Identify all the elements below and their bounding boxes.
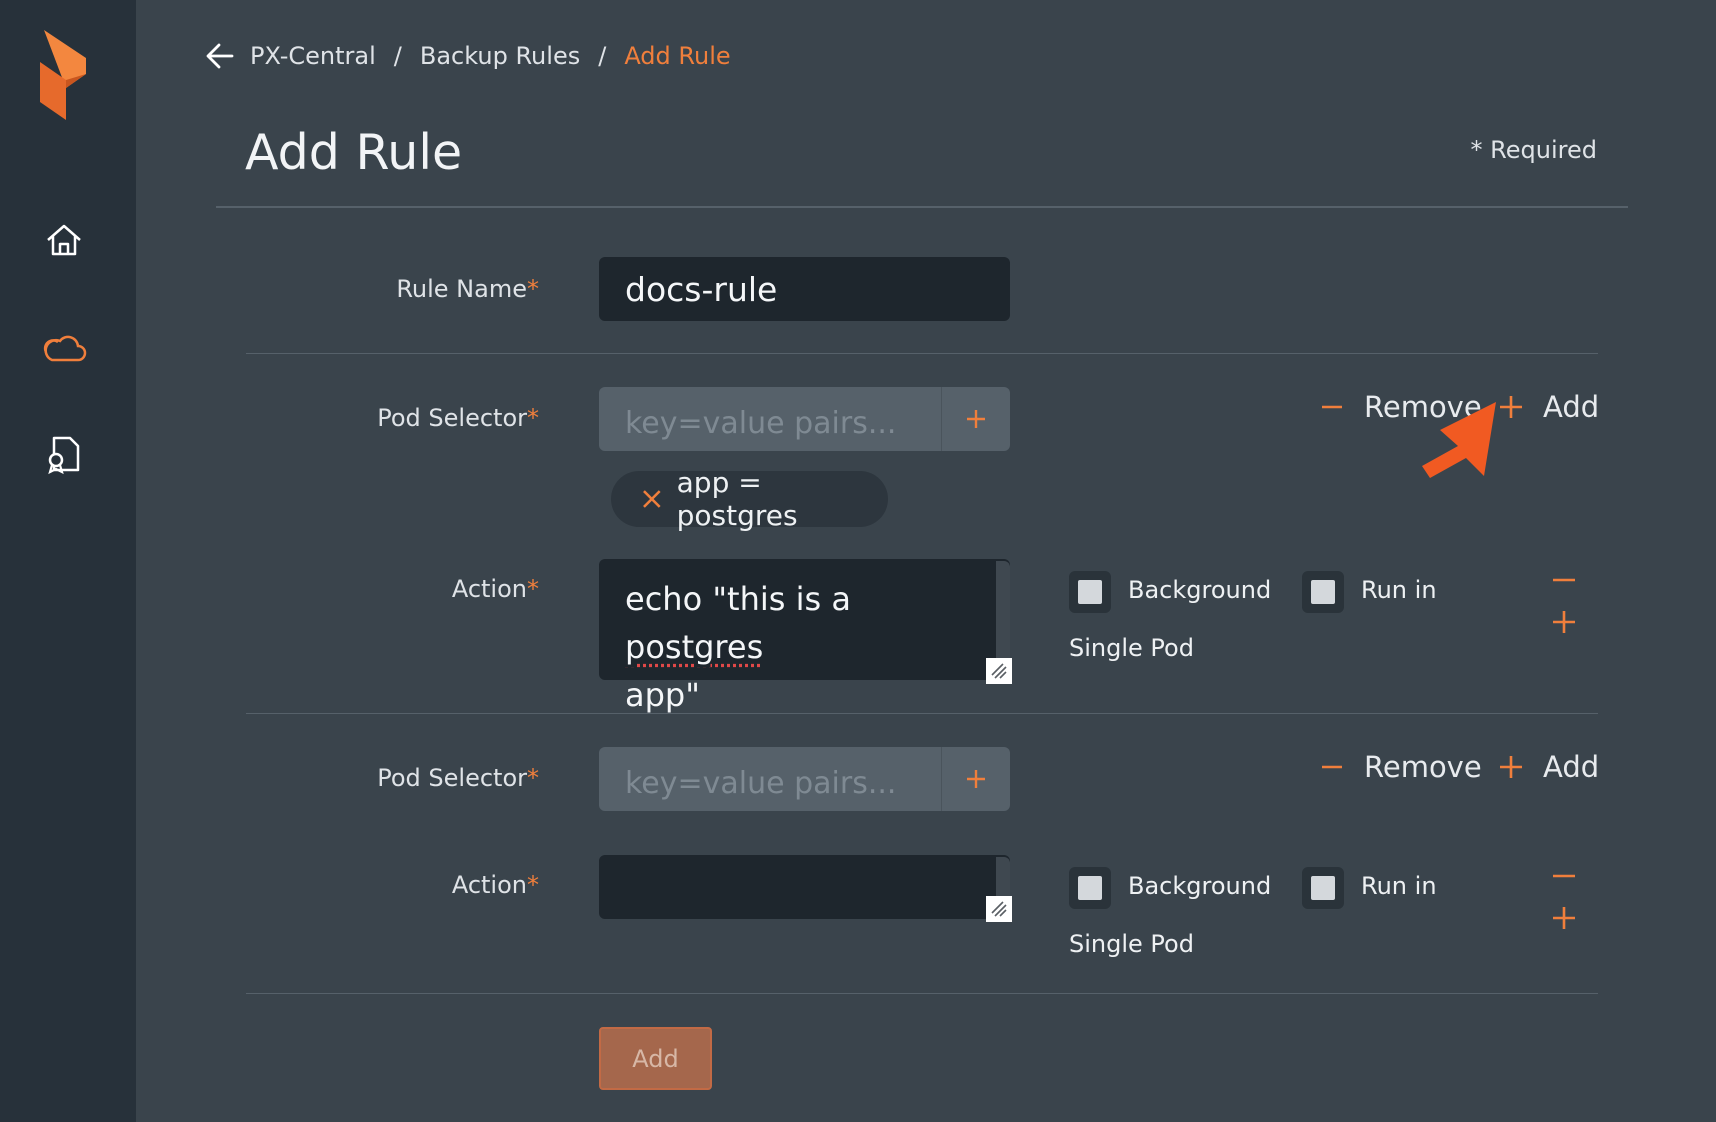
minus-icon (1553, 578, 1575, 582)
home-icon[interactable] (40, 216, 88, 264)
submit-add-button[interactable]: Add (599, 1027, 712, 1090)
remove-action-button[interactable] (1550, 862, 1578, 890)
plus-icon (1553, 611, 1575, 633)
action-label-text: Action (451, 575, 527, 603)
add-action-button[interactable] (1550, 904, 1578, 932)
pod-selector-label: Pod Selector* (239, 404, 539, 432)
required-mark: * (527, 575, 539, 603)
pod-selector-input[interactable] (599, 387, 939, 451)
required-mark: * (527, 275, 539, 303)
required-note: * Required (1470, 136, 1597, 164)
remove-chip-icon[interactable] (641, 488, 663, 510)
remove-rule-label: Remove (1364, 750, 1482, 784)
breadcrumb-px-central[interactable]: PX-Central (250, 42, 376, 70)
rule-name-input[interactable] (599, 257, 1010, 321)
run-in-label: Run in (1361, 576, 1437, 604)
add-rule-label: Add (1543, 750, 1600, 784)
remove-action-button[interactable] (1550, 566, 1578, 594)
pod-selector-input[interactable] (599, 747, 939, 811)
run-in-single-pod-checkbox[interactable] (1302, 867, 1344, 909)
pod-selector-label-text: Pod Selector (377, 404, 527, 432)
remove-rule-button[interactable]: Remove (1320, 750, 1482, 784)
action-label: Action* (239, 575, 539, 603)
run-in-single-pod-checkbox[interactable] (1302, 571, 1344, 613)
rule-name-label: Rule Name* (239, 275, 539, 303)
action-label: Action* (239, 871, 539, 899)
background-checkbox[interactable] (1069, 571, 1111, 613)
minus-icon (1322, 405, 1342, 409)
required-mark: * (527, 764, 539, 792)
breadcrumb-separator: / (598, 42, 607, 70)
action-textarea[interactable] (599, 855, 1010, 919)
required-mark: * (527, 404, 539, 432)
plus-icon (967, 410, 985, 428)
breadcrumb-current: Add Rule (624, 42, 731, 70)
action-textarea[interactable]: echo "this is a postgres app" (599, 559, 1010, 714)
action-label-text: Action (451, 871, 527, 899)
divider (246, 993, 1598, 994)
plus-icon (1500, 756, 1522, 778)
breadcrumb-separator: / (393, 42, 402, 70)
resize-handle-icon[interactable] (986, 896, 1012, 922)
portworx-logo[interactable] (36, 30, 92, 122)
add-selector-button[interactable] (941, 747, 1010, 811)
divider (216, 206, 1628, 208)
single-pod-label: Single Pod (1069, 930, 1194, 958)
breadcrumb: PX-Central / Backup Rules / Add Rule (204, 38, 731, 74)
background-label: Background (1128, 872, 1272, 900)
pod-selector-field (599, 387, 1010, 451)
plus-icon (967, 770, 985, 788)
divider (246, 713, 1598, 714)
divider (246, 353, 1598, 354)
add-selector-button[interactable] (941, 387, 1010, 451)
sidebar (0, 0, 136, 1122)
resize-handle-icon[interactable] (986, 658, 1012, 684)
add-rule-label: Add (1543, 390, 1600, 424)
rule-name-label-text: Rule Name (396, 275, 527, 303)
action-text-part: echo "this is a (625, 580, 851, 618)
background-label: Background (1128, 576, 1272, 604)
pod-selector-field (599, 747, 1010, 811)
pod-selector-label-text: Pod Selector (377, 764, 527, 792)
back-arrow-icon[interactable] (204, 40, 236, 72)
plus-icon (1553, 907, 1575, 929)
pod-selector-label: Pod Selector* (239, 764, 539, 792)
certificate-icon[interactable] (40, 430, 88, 478)
breadcrumb-backup-rules[interactable]: Backup Rules (420, 42, 580, 70)
minus-icon (1553, 874, 1575, 878)
pointer-arrow-icon (1422, 402, 1496, 478)
selector-chip-label: app = postgres (676, 466, 798, 532)
single-pod-label: Single Pod (1069, 634, 1194, 662)
minus-icon (1322, 765, 1342, 769)
background-checkbox[interactable] (1069, 867, 1111, 909)
add-action-button[interactable] (1550, 608, 1578, 636)
action-text-part: app" (625, 676, 700, 714)
action-text: echo "this is a postgres app" (625, 575, 975, 719)
selector-chip: app = postgres (611, 466, 888, 532)
cloud-icon[interactable] (40, 324, 88, 372)
page-title: Add Rule (245, 124, 463, 181)
misspelled-word: postgres (625, 628, 764, 666)
add-rule-button[interactable]: Add (1499, 750, 1599, 784)
required-mark: * (527, 871, 539, 899)
run-in-label: Run in (1361, 872, 1437, 900)
